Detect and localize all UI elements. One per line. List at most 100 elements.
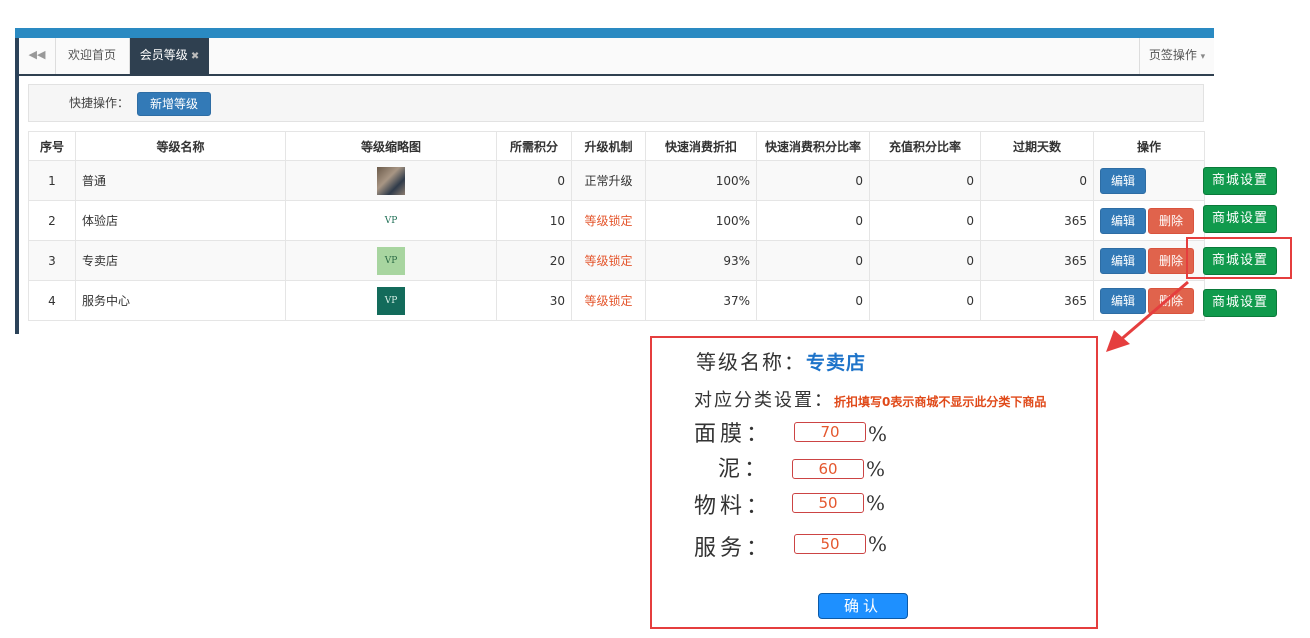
field-label-materials: 物料： [694,494,773,519]
level-thumbnail-image: VP [377,286,405,315]
percent-unit: % [866,457,886,481]
table-row: 4 服务中心 VP 30 等级锁定 37% 0 0 365 编辑 删除 [28,280,1205,321]
quick-action-bar: 快捷操作： 新增等级 [28,84,1204,122]
mall-settings-button[interactable]: 商城设置 [1203,289,1277,317]
edit-button[interactable]: 编辑 [1100,247,1147,274]
annotation-arrow [1106,280,1189,352]
cell-name: 专卖店 [75,240,286,281]
cell-mechanism: 正常升级 [571,160,646,201]
column-header: 等级名称 [75,131,286,161]
tab-operations-dropdown[interactable]: 页签操作 ▾ [1139,38,1214,74]
cell-quick-ratio: 0 [756,240,870,281]
cell-mechanism: 等级锁定 [571,200,646,241]
level-thumbnail-image: VP [377,246,405,275]
materials-discount-input[interactable]: 50 [792,493,864,513]
mall-settings-dialog: 等级名称：专卖店 对应分类设置：折扣填写0表示商城不显示此分类下商品 面膜： 7… [650,336,1098,629]
field-label-mud: 泥： [718,457,771,482]
cell-days: 0 [980,160,1094,201]
tab-member-level-label: 会员等级 [139,48,188,62]
cell-discount: 93% [645,240,757,281]
column-header: 等级缩略图 [285,131,497,161]
column-header: 充值积分比率 [869,131,981,161]
tab-home[interactable]: 欢迎首页 [55,38,130,74]
cell-operations: 编辑 删除 [1093,200,1205,241]
cell-points: 30 [496,280,572,321]
cell-no: 1 [28,160,76,201]
mall-settings-button[interactable]: 商城设置 [1203,167,1277,195]
double-left-arrow-icon: ◀◀ [28,48,46,61]
category-settings-label: 对应分类设置：折扣填写0表示商城不显示此分类下商品 [694,386,1046,412]
level-thumbnail-image: VP [377,206,405,235]
level-name-value: 专卖店 [806,352,867,374]
column-header: 所需积分 [496,131,572,161]
cell-thumb: VP [285,200,497,241]
cell-mechanism: 等级锁定 [571,280,646,321]
cell-discount: 37% [645,280,757,321]
chevron-down-icon: ▾ [1200,52,1206,62]
annotation-highlight-box [1186,237,1292,279]
quick-action-label: 快捷操作： [69,96,130,110]
confirm-button[interactable]: 确认 [818,593,908,619]
tab-strip: ◀◀ 欢迎首页 会员等级 ✖ 页签操作 ▾ [19,38,1214,76]
cell-recharge-ratio: 0 [869,240,981,281]
field-label-mask: 面膜： [694,422,773,447]
cell-quick-ratio: 0 [756,160,870,201]
left-edge-bar [15,38,19,334]
column-header: 快速消费折扣 [645,131,757,161]
cell-name: 服务中心 [75,280,286,321]
mask-discount-input[interactable]: 70 [794,422,866,442]
tab-scroll-left-button[interactable]: ◀◀ [19,38,56,74]
table-row: 3 专卖店 VP 20 等级锁定 93% 0 0 365 编辑 删除 [28,240,1205,281]
service-discount-input[interactable]: 50 [794,534,866,554]
tab-operations-label: 页签操作 [1148,48,1197,62]
cell-thumb: VP [285,240,497,281]
edit-button[interactable]: 编辑 [1100,207,1147,234]
cell-discount: 100% [645,160,757,201]
percent-unit: % [868,532,888,556]
cell-recharge-ratio: 0 [869,200,981,241]
close-icon[interactable]: ✖ [191,51,199,62]
mall-settings-button[interactable]: 商城设置 [1203,205,1277,233]
tab-member-level[interactable]: 会员等级 ✖ [130,38,209,76]
table-header-row: 序号 等级名称 等级缩略图 所需积分 升级机制 快速消费折扣 快速消费积分比率 … [28,131,1205,161]
cell-quick-ratio: 0 [756,280,870,321]
percent-unit: % [866,491,886,515]
field-label-service: 服务： [694,536,773,561]
level-name-label: 等级名称：专卖店 [696,346,866,375]
top-accent-bar [15,28,1214,38]
column-header: 序号 [28,131,76,161]
cell-mechanism: 等级锁定 [571,240,646,281]
add-level-button[interactable]: 新增等级 [137,92,212,116]
cell-discount: 100% [645,200,757,241]
mud-discount-input[interactable]: 60 [792,459,864,479]
cell-points: 10 [496,200,572,241]
edit-button[interactable]: 编辑 [1100,167,1147,194]
category-hint: 折扣填写0表示商城不显示此分类下商品 [834,395,1047,409]
cell-recharge-ratio: 0 [869,280,981,321]
cell-no: 4 [28,280,76,321]
table-row: 2 体验店 VP 10 等级锁定 100% 0 0 365 编辑 删除 [28,200,1205,241]
cell-name: 体验店 [75,200,286,241]
cell-operations: 编辑 [1093,160,1205,201]
cell-recharge-ratio: 0 [869,160,981,201]
delete-button[interactable]: 删除 [1148,207,1195,234]
cell-name: 普通 [75,160,286,201]
cell-no: 2 [28,200,76,241]
cell-points: 20 [496,240,572,281]
cell-days: 365 [980,200,1094,241]
level-name-caption: 等级名称： [696,350,806,374]
table-row: 1 普通 0 正常升级 100% 0 0 0 编辑 [28,160,1205,201]
category-settings-caption: 对应分类设置： [694,390,834,411]
cell-days: 365 [980,240,1094,281]
cell-points: 0 [496,160,572,201]
cell-days: 365 [980,280,1094,321]
level-thumbnail-image [377,166,405,195]
column-header: 升级机制 [571,131,646,161]
cell-quick-ratio: 0 [756,200,870,241]
column-header: 快速消费积分比率 [756,131,870,161]
cell-no: 3 [28,240,76,281]
percent-unit: % [868,422,888,446]
cell-thumb [285,160,497,201]
column-header: 过期天数 [980,131,1094,161]
level-table: 序号 等级名称 等级缩略图 所需积分 升级机制 快速消费折扣 快速消费积分比率 … [28,131,1205,321]
